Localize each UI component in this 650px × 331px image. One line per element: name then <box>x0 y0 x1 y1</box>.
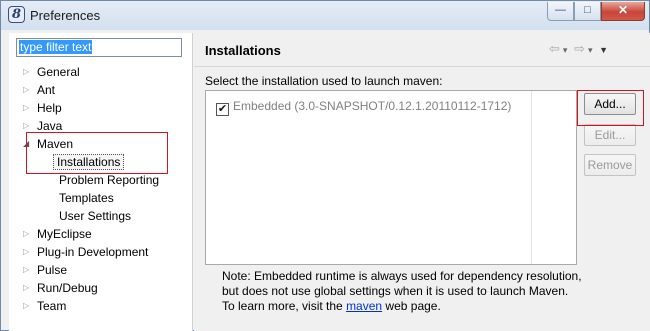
tree-item-general[interactable]: ▷ General <box>23 64 82 80</box>
filter-input[interactable]: type filter text <box>16 38 182 57</box>
column-divider <box>531 91 532 264</box>
view-menu-icon[interactable]: ▼ <box>599 45 608 55</box>
tree-item-pulse[interactable]: ▷ Pulse <box>23 262 69 278</box>
tree-item-help[interactable]: ▷ Help <box>23 100 64 116</box>
installation-row[interactable]: ✔ Embedded (3.0-SNAPSHOT/0.12.1.20110112-… <box>216 98 512 116</box>
preferences-window: 8 Preferences — □ ✕ type filter text ▷ Ge… <box>0 0 650 331</box>
minimize-button[interactable]: — <box>547 2 574 21</box>
forward-arrow-icon[interactable]: ⇨ <box>574 41 585 57</box>
page-navigation: ⇦ ▾ ⇨ ▾ ▼ <box>549 41 611 57</box>
preferences-tree-panel: type filter text ▷ General ▷ Ant ▷ Help ▷ Ja… <box>9 33 193 331</box>
add-highlight-box <box>577 90 644 126</box>
expand-arrow-icon[interactable]: ▷ <box>23 244 35 260</box>
select-installation-label: Select the installation used to launch m… <box>205 74 443 88</box>
filter-text: type filter text <box>19 40 93 54</box>
tree-item-ant[interactable]: ▷ Ant <box>23 82 57 98</box>
maven-link[interactable]: maven <box>346 299 382 313</box>
embedded-note: Note: Embedded runtime is always used fo… <box>222 269 582 314</box>
eclipse-app-icon: 8 <box>8 6 25 23</box>
edit-button[interactable]: Edit... <box>584 124 636 146</box>
tree-item-run-debug[interactable]: ▷ Run/Debug <box>23 280 100 296</box>
tree-item-myeclipse[interactable]: ▷ MyEclipse <box>23 226 94 242</box>
tree-item-templates[interactable]: Templates <box>57 190 116 206</box>
title-divider <box>194 66 650 67</box>
window-title: Preferences <box>30 8 101 23</box>
expand-arrow-icon[interactable]: ▷ <box>23 226 35 242</box>
expand-arrow-icon[interactable]: ▷ <box>23 82 35 98</box>
installation-checkbox[interactable]: ✔ <box>216 103 229 116</box>
expand-arrow-icon[interactable]: ▷ <box>23 262 35 278</box>
expand-arrow-icon[interactable]: ▷ <box>23 64 35 80</box>
page-title: Installations <box>205 43 281 58</box>
installations-list[interactable]: ✔ Embedded (3.0-SNAPSHOT/0.12.1.20110112-… <box>205 90 577 265</box>
tree-item-team[interactable]: ▷ Team <box>23 298 68 314</box>
tree-item-problem-reporting[interactable]: Problem Reporting <box>57 172 161 188</box>
forward-dropdown-icon[interactable]: ▾ <box>588 45 593 56</box>
tree-item-user-settings[interactable]: User Settings <box>57 208 133 224</box>
close-button[interactable]: ✕ <box>601 2 645 21</box>
note-line-2: but does not use global settings when it… <box>222 284 569 298</box>
installation-label: Embedded (3.0-SNAPSHOT/0.12.1.20110112-1… <box>233 99 512 113</box>
note-line-3: To learn more, visit the maven web page. <box>222 299 441 313</box>
back-arrow-icon[interactable]: ⇦ <box>549 41 560 57</box>
expand-arrow-icon[interactable]: ▷ <box>23 280 35 296</box>
maximize-button[interactable]: □ <box>574 2 601 21</box>
maven-highlight-box <box>26 132 168 174</box>
note-line-1: Note: Embedded runtime is always used fo… <box>222 269 582 283</box>
remove-button[interactable]: Remove <box>584 154 636 176</box>
back-dropdown-icon[interactable]: ▾ <box>563 45 568 56</box>
tree-item-plugin-development[interactable]: ▷ Plug-in Development <box>23 244 150 260</box>
expand-arrow-icon[interactable]: ▷ <box>23 100 35 116</box>
title-bar[interactable]: 8 Preferences — □ ✕ <box>1 1 649 30</box>
preference-page: Installations ⇦ ▾ ⇨ ▾ ▼ Select the install… <box>194 33 650 331</box>
expand-arrow-icon[interactable]: ▷ <box>23 298 35 314</box>
